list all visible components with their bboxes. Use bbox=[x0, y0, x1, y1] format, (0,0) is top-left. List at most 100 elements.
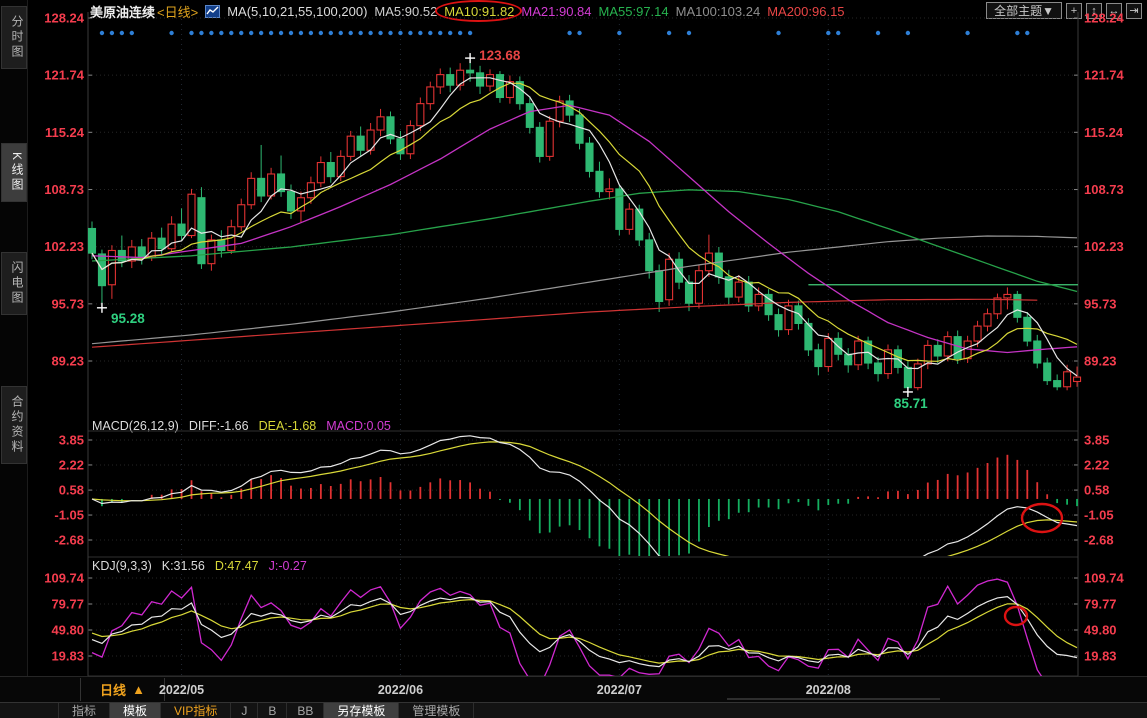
y-axis-label: 121.74 bbox=[44, 68, 85, 83]
symbol-name[interactable]: 美原油连续 bbox=[90, 2, 155, 21]
export-icon[interactable]: ⇥ bbox=[1126, 3, 1142, 19]
tab-bb[interactable]: BB bbox=[287, 703, 324, 718]
macd-title: MACD(26,12,9) bbox=[92, 419, 179, 433]
y-axis-label: 2.22 bbox=[1084, 457, 1109, 472]
signal-dot bbox=[826, 31, 830, 35]
period-selector-label: 日线 bbox=[100, 680, 126, 699]
signal-dot bbox=[130, 31, 134, 35]
triangle-up-icon: ▲ bbox=[132, 682, 145, 697]
y-axis-label: 95.73 bbox=[1084, 296, 1117, 311]
macd-hist-value: MACD:0.05 bbox=[326, 419, 391, 433]
y-axis-label: 109.74 bbox=[44, 571, 85, 586]
indicator-line bbox=[92, 442, 1077, 569]
signal-dot bbox=[219, 31, 223, 35]
y-axis-label: 115.24 bbox=[1084, 125, 1124, 140]
signal-dot bbox=[617, 31, 621, 35]
red-circle-annotation bbox=[1005, 607, 1027, 625]
tab-b[interactable]: B bbox=[258, 703, 287, 718]
signal-dot bbox=[269, 31, 273, 35]
kdj-k-value: K:31.56 bbox=[162, 559, 205, 573]
kline-mini-icon[interactable] bbox=[205, 5, 220, 18]
tab-indicators[interactable]: 指标 bbox=[58, 703, 110, 718]
y-axis-label: 128.24 bbox=[44, 11, 85, 26]
indicator-line bbox=[92, 78, 1077, 376]
signal-dot bbox=[876, 31, 880, 35]
candlestick-chart-canvas[interactable]: 2022/052022/062022/072022/08128.24128.24… bbox=[0, 0, 1147, 718]
y-scale-icon[interactable]: ↕ bbox=[1086, 3, 1102, 19]
pan-tool-icon[interactable]: + bbox=[1066, 3, 1082, 19]
ma55-value: MA55:97.14 bbox=[599, 4, 669, 19]
signal-dot bbox=[667, 31, 671, 35]
signal-dot bbox=[687, 31, 691, 35]
signal-dot bbox=[438, 31, 442, 35]
signal-dot bbox=[100, 31, 104, 35]
signal-dot bbox=[448, 31, 452, 35]
tab-manage-template[interactable]: 管理模板 bbox=[399, 703, 474, 718]
signal-dot bbox=[349, 31, 353, 35]
signal-dot bbox=[906, 31, 910, 35]
low-annotation: 95.28 bbox=[111, 311, 145, 326]
tab-templates[interactable]: 模板 bbox=[110, 703, 161, 718]
red-circle-annotation bbox=[1022, 504, 1062, 532]
period-selector[interactable]: 日线 ▲ bbox=[80, 678, 165, 701]
tab-j[interactable]: J bbox=[231, 703, 258, 718]
signal-dot bbox=[289, 31, 293, 35]
tab-vip-indicators[interactable]: VIP指标 bbox=[161, 703, 231, 718]
high-annotation: 123.68 bbox=[479, 48, 521, 63]
signal-dot bbox=[249, 31, 253, 35]
y-axis-label: 3.85 bbox=[1084, 433, 1109, 448]
indicator-line bbox=[92, 236, 1077, 344]
y-axis-label: 3.85 bbox=[59, 433, 84, 448]
signal-dot bbox=[378, 31, 382, 35]
signal-dot bbox=[229, 31, 233, 35]
y-axis-label: 102.23 bbox=[1084, 239, 1124, 254]
sidebar-tab-time-share[interactable]: 分时图 bbox=[1, 6, 27, 69]
y-axis-label: -2.68 bbox=[54, 533, 84, 548]
signal-dot bbox=[309, 31, 313, 35]
y-axis-label: 121.74 bbox=[1084, 68, 1125, 83]
y-axis-label: -2.68 bbox=[1084, 533, 1114, 548]
sidebar-tab-lightning[interactable]: 闪电图 bbox=[1, 252, 27, 315]
signal-dot bbox=[259, 31, 263, 35]
signal-dot bbox=[776, 31, 780, 35]
signal-dot bbox=[329, 31, 333, 35]
y-axis-label: 89.23 bbox=[51, 354, 84, 369]
kdj-title: KDJ(9,3,3) bbox=[92, 559, 152, 573]
y-axis-label: 49.80 bbox=[51, 623, 84, 638]
signal-dot bbox=[239, 31, 243, 35]
ma21-value: MA21:90.84 bbox=[521, 4, 591, 19]
tab-save-template[interactable]: 另存模板 bbox=[324, 703, 399, 718]
signal-dot bbox=[368, 31, 372, 35]
macd-panel-header: MACD(26,12,9) DIFF:-1.66 DEA:-1.68 MACD:… bbox=[92, 419, 391, 433]
low-annotation: 85.71 bbox=[894, 396, 928, 411]
y-axis-label: 95.73 bbox=[51, 296, 84, 311]
signal-dot bbox=[299, 31, 303, 35]
signal-dot bbox=[965, 31, 969, 35]
signal-dot bbox=[567, 31, 571, 35]
period-tag: <日线> bbox=[157, 2, 198, 21]
ma200-value: MA200:96.15 bbox=[767, 4, 844, 19]
signal-dot bbox=[319, 31, 323, 35]
ma5-value: MA5:90.52 bbox=[374, 4, 437, 19]
y-axis-label: -1.05 bbox=[54, 508, 84, 523]
kdj-plot bbox=[92, 579, 1077, 691]
x-scale-icon[interactable]: ↔ bbox=[1106, 3, 1122, 19]
x-axis-strip: 日线 ▲ bbox=[0, 676, 1147, 702]
all-themes-dropdown[interactable]: 全部主题▼ bbox=[986, 2, 1062, 19]
y-axis-label: 19.83 bbox=[51, 649, 84, 664]
bottom-tab-bar: 指标 模板 VIP指标 J B BB 另存模板 管理模板 bbox=[0, 702, 1147, 718]
signal-dot bbox=[189, 31, 193, 35]
ma100-value: MA100:103.24 bbox=[676, 4, 761, 19]
signal-dot bbox=[458, 31, 462, 35]
candles bbox=[89, 58, 1081, 392]
macd-plot bbox=[92, 436, 1077, 572]
sidebar-tab-contract-info[interactable]: 合约资料 bbox=[1, 386, 27, 464]
indicator-line bbox=[92, 190, 1077, 292]
indicator-line bbox=[92, 299, 1037, 347]
ma10-value: MA10:91.82 bbox=[444, 4, 514, 19]
sidebar-tab-kline[interactable]: K线图 bbox=[1, 143, 27, 202]
signal-dot bbox=[209, 31, 213, 35]
signal-dot bbox=[1025, 31, 1029, 35]
y-axis-label: -1.05 bbox=[1084, 508, 1114, 523]
y-axis-label: 109.74 bbox=[1084, 571, 1125, 586]
